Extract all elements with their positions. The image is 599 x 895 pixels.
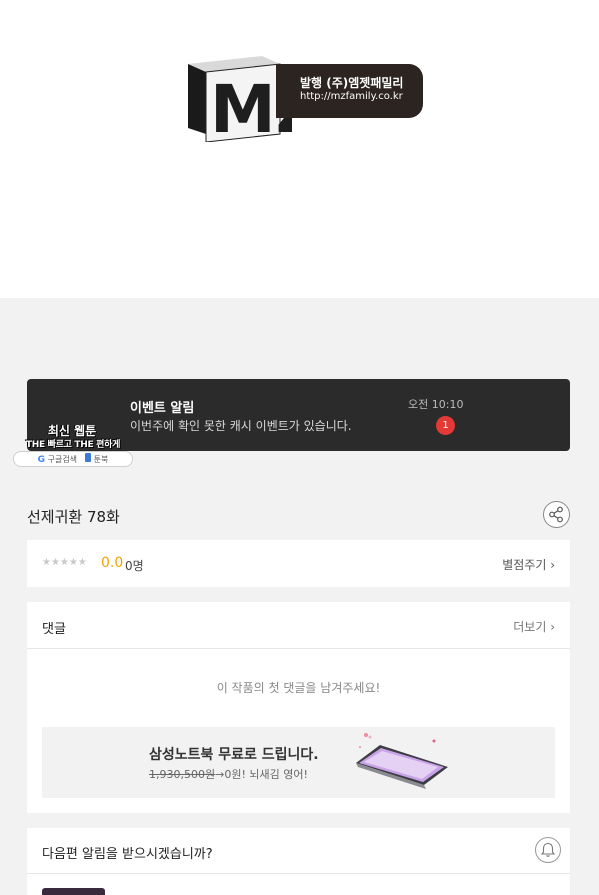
comments-more-link[interactable]: 더보기 › — [513, 618, 555, 635]
google-icon: G — [37, 454, 46, 465]
publisher-url: http://mzfamily.co.kr — [300, 91, 403, 102]
comments-panel: 댓글 더보기 › 이 작품의 첫 댓글을 남겨주세요! 삼성노트북 무료로 드립… — [27, 602, 570, 813]
event-title: 이벤트 알림 — [130, 401, 195, 416]
google-label: 구글검색 — [47, 454, 78, 464]
next-episode-thumbnail[interactable] — [42, 888, 105, 895]
ad-title: 삼성노트북 무료로 드립니다. — [149, 747, 319, 763]
toonbook-label-wrap: 툰북 — [85, 453, 108, 465]
google-search: G 구글검색 — [38, 454, 77, 465]
rating-score: 0.0 — [101, 555, 124, 571]
share-button[interactable] — [543, 501, 570, 528]
comments-heading: 댓글 — [42, 622, 66, 637]
publisher-name: 발행 (주)엠젯패밀리 — [300, 76, 404, 90]
publisher-banner: MZ 발행 (주)엠젯패밀리 http://mzfamily.co.kr — [0, 0, 599, 298]
comments-empty-message: 이 작품의 첫 댓글을 남겨주세요! — [216, 681, 381, 695]
rating-stars-icon: ★★★★★ — [42, 557, 87, 568]
notify-question: 다음편 알림을 받으시겠습니까? — [42, 847, 213, 862]
notify-bell-button[interactable] — [535, 837, 561, 863]
event-count-badge: 1 — [436, 416, 455, 435]
promo-line2: THE 빠르고 THE 편하게 — [25, 440, 121, 450]
event-description: 이번주에 확인 못한 캐시 이벤트가 있습니다. — [130, 419, 352, 433]
publisher-tag: 발행 (주)엠젯패밀리 http://mzfamily.co.kr — [276, 64, 423, 118]
share-icon — [549, 506, 563, 523]
laptop-image — [356, 733, 448, 789]
ad-subtitle-rest: →0원! 뇌새김 영어! — [215, 768, 308, 781]
ad-subtitle: 1,930,500원→0원! 뇌새김 영어! — [149, 766, 308, 782]
next-episode-notify-panel: 다음편 알림을 받으시겠습니까? — [27, 828, 570, 895]
event-time: 오전 10:10 — [408, 398, 464, 411]
promo-search-pill: G 구글검색 툰북 — [13, 451, 133, 467]
ad-old-price: 1,930,500원 — [149, 768, 216, 781]
toonbook-promo-badge[interactable]: 최신 웹툰 THE 빠르고 THE 편하게 G 구글검색 툰북 — [12, 418, 134, 468]
notify-divider — [27, 873, 570, 874]
rating-panel: ★★★★★ 0.0 0명 별점주기 › — [27, 540, 570, 587]
rating-count: 0명 — [125, 559, 144, 573]
book-icon — [85, 453, 92, 462]
comments-header: 댓글 더보기 › — [27, 602, 570, 649]
episode-title: 선제귀환 78화 — [27, 508, 120, 526]
bell-icon — [540, 842, 556, 857]
toonbook-label: 툰북 — [93, 455, 109, 464]
laptop-ad-banner[interactable]: 삼성노트북 무료로 드립니다. 1,930,500원→0원! 뇌새김 영어! — [42, 727, 555, 798]
rate-button[interactable]: 별점주기 › — [502, 556, 555, 573]
mzfamily-logo[interactable]: MZ 발행 (주)엠젯패밀리 http://mzfamily.co.kr — [184, 52, 424, 146]
